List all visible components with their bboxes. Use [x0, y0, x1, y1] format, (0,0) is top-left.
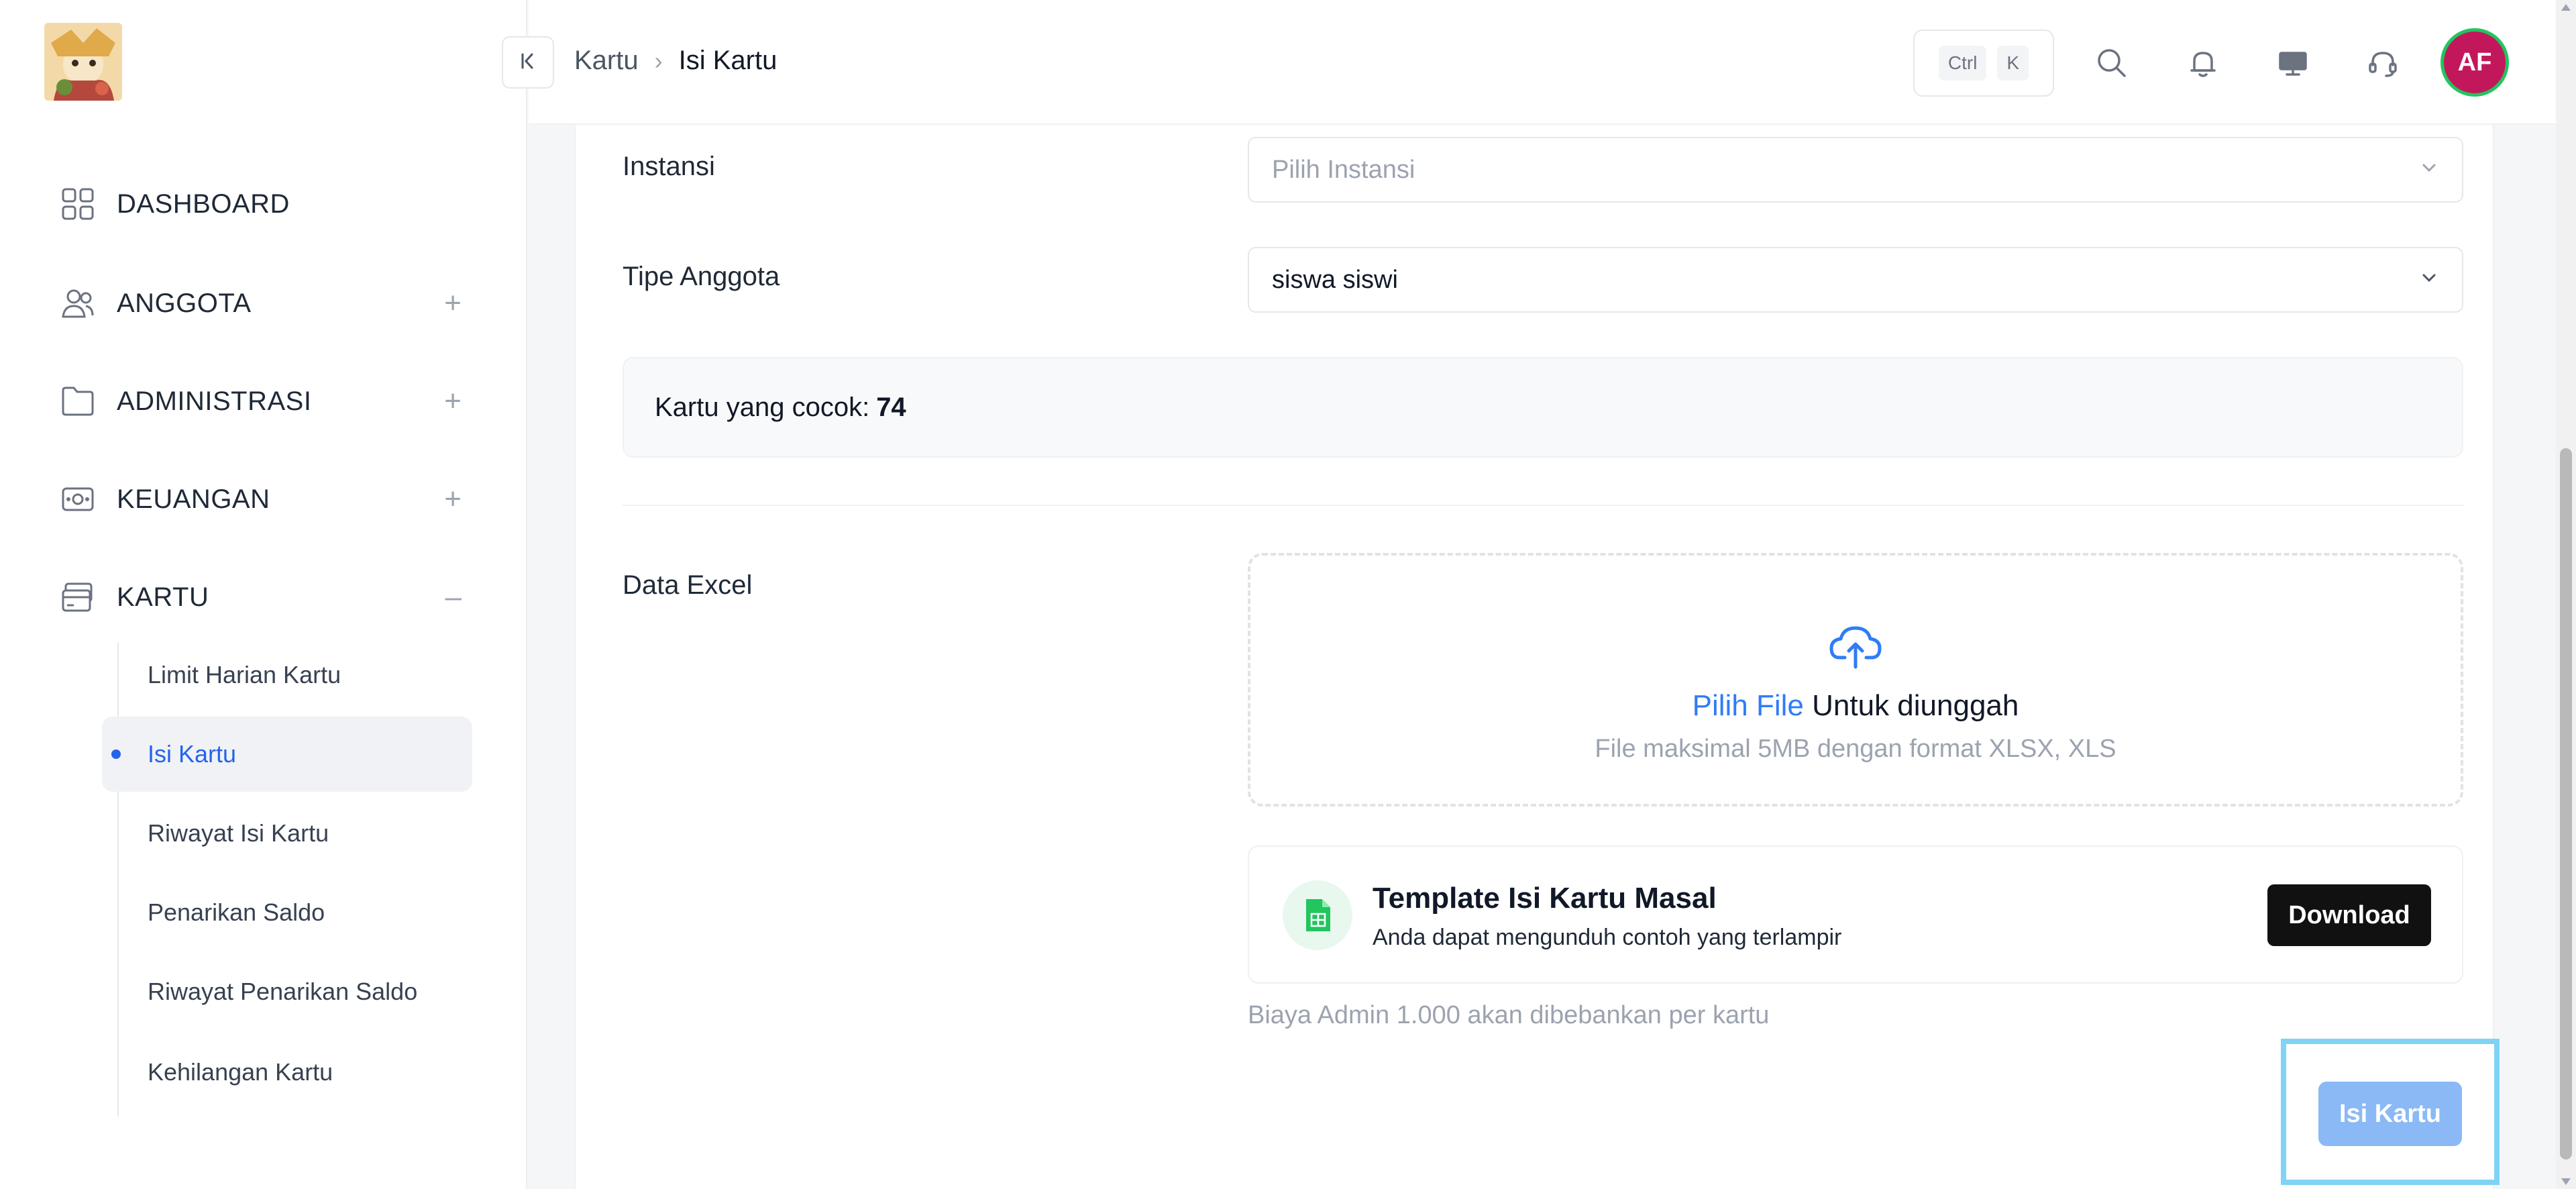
breadcrumb-link[interactable]: Kartu [574, 46, 639, 76]
nav-label: KEUANGAN [117, 484, 270, 514]
submenu-riwayat-isi-kartu[interactable]: Riwayat Isi Kartu [102, 796, 472, 871]
command-palette-shortcut[interactable]: Ctrl K [1913, 30, 2054, 97]
submenu-label: Kehilangan Kartu [148, 1058, 333, 1086]
chevron-down-icon [2419, 156, 2439, 185]
submenu-kehilangan-kartu[interactable]: Kehilangan Kartu [102, 1035, 472, 1110]
spreadsheet-file-icon [1283, 880, 1352, 950]
submenu-label: Riwayat Penarikan Saldo [148, 978, 418, 1005]
money-icon [59, 480, 97, 518]
kbd-k: K [1997, 46, 2029, 81]
avatar[interactable]: AF [2440, 28, 2509, 97]
match-label: Kartu yang cocok: [655, 392, 870, 422]
grid-icon [59, 185, 97, 223]
data-excel-label: Data Excel [623, 570, 753, 600]
expand-icon[interactable]: + [444, 287, 462, 320]
chevron-right-icon: › [654, 46, 663, 74]
breadcrumb: Kartu › Isi Kartu [574, 46, 777, 76]
instansi-select[interactable]: Pilih Instansi [1248, 137, 2463, 203]
app-logo[interactable] [44, 23, 122, 101]
upload-hint: File maksimal 5MB dengan format XLSX, XL… [1595, 735, 2116, 763]
expand-icon[interactable]: + [444, 482, 462, 516]
cloud-upload-icon [1827, 623, 1884, 674]
expand-icon[interactable]: + [444, 384, 462, 418]
scrollbar-thumb[interactable] [2560, 448, 2572, 1159]
scrollbar[interactable] [2556, 0, 2576, 1189]
download-button[interactable]: Download [2267, 884, 2431, 946]
match-count: 74 [876, 392, 906, 422]
submenu-label: Penarikan Saldo [148, 898, 325, 926]
upload-title: Pilih File Untuk diunggah [1693, 689, 2019, 723]
folder-icon [59, 382, 97, 420]
nav-item-dashboard[interactable]: DASHBOARD [59, 177, 462, 231]
collapse-left-icon [516, 49, 540, 76]
tipe-anggota-select[interactable]: siswa siswi [1248, 247, 2463, 313]
nav-label: ANGGOTA [117, 288, 252, 318]
instansi-placeholder: Pilih Instansi [1272, 155, 1415, 184]
scroll-down-icon[interactable] [2561, 1178, 2571, 1185]
topbar [529, 0, 2556, 125]
nav-item-administrasi[interactable]: ADMINISTRASI + [59, 374, 462, 428]
breadcrumb-current: Isi Kartu [678, 46, 777, 75]
search-icon[interactable] [2088, 39, 2136, 87]
template-download-card: Template Isi Kartu Masal Anda dapat meng… [1248, 845, 2463, 984]
submenu-penarikan-saldo[interactable]: Penarikan Saldo [102, 875, 472, 950]
instansi-label: Instansi [623, 152, 715, 181]
bell-icon[interactable] [2179, 39, 2227, 87]
sidebar: DASHBOARD ANGGOTA + ADMINISTRASI + KEUAN… [0, 0, 527, 1189]
nav-label: KARTU [117, 582, 209, 612]
submenu-limit-harian-kartu[interactable]: Limit Harian Kartu [102, 637, 472, 713]
active-dot [111, 749, 121, 759]
users-icon [59, 285, 97, 322]
divider [623, 505, 2463, 506]
chevron-down-icon [2419, 266, 2439, 295]
support-headset-icon[interactable] [2359, 39, 2407, 87]
template-subtitle: Anda dapat mengunduh contoh yang terlamp… [1373, 925, 1842, 950]
submenu-riwayat-penarikan-saldo[interactable]: Riwayat Penarikan Saldo [102, 954, 472, 1029]
file-dropzone[interactable]: Pilih File Untuk diunggah File maksimal … [1248, 553, 2463, 807]
submenu-label: Riwayat Isi Kartu [148, 819, 329, 847]
scroll-up-icon[interactable] [2561, 4, 2571, 11]
monitor-icon[interactable] [2269, 39, 2317, 87]
tipe-anggota-value: siswa siswi [1272, 265, 1398, 294]
nav-item-kartu[interactable]: KARTU – [59, 570, 462, 624]
card-icon [59, 578, 97, 616]
upload-text: Untuk diunggah [1812, 689, 2019, 722]
tipe-anggota-label: Tipe Anggota [623, 262, 780, 291]
nav-label: ADMINISTRASI [117, 386, 312, 416]
nav-label: DASHBOARD [117, 189, 290, 219]
admin-fee-note: Biaya Admin 1.000 akan dibebankan per ka… [1248, 1001, 1770, 1029]
main-content: Instansi Pilih Instansi Tipe Anggota sis… [574, 125, 2494, 1189]
matching-cards-info: Kartu yang cocok: 74 [623, 357, 2463, 458]
submenu-isi-kartu[interactable]: Isi Kartu [102, 717, 472, 792]
template-title: Template Isi Kartu Masal [1373, 882, 1717, 915]
nav-item-anggota[interactable]: ANGGOTA + [59, 276, 462, 330]
submenu-label: Limit Harian Kartu [148, 661, 341, 688]
choose-file-link[interactable]: Pilih File [1693, 689, 1804, 722]
collapse-sidebar-button[interactable] [502, 36, 554, 89]
isi-kartu-submit-button[interactable]: Isi Kartu [2318, 1082, 2462, 1146]
submenu-label: Isi Kartu [148, 740, 237, 768]
nav-item-keuangan[interactable]: KEUANGAN + [59, 472, 462, 526]
kbd-ctrl: Ctrl [1938, 46, 1987, 81]
collapse-icon[interactable]: – [445, 580, 462, 614]
